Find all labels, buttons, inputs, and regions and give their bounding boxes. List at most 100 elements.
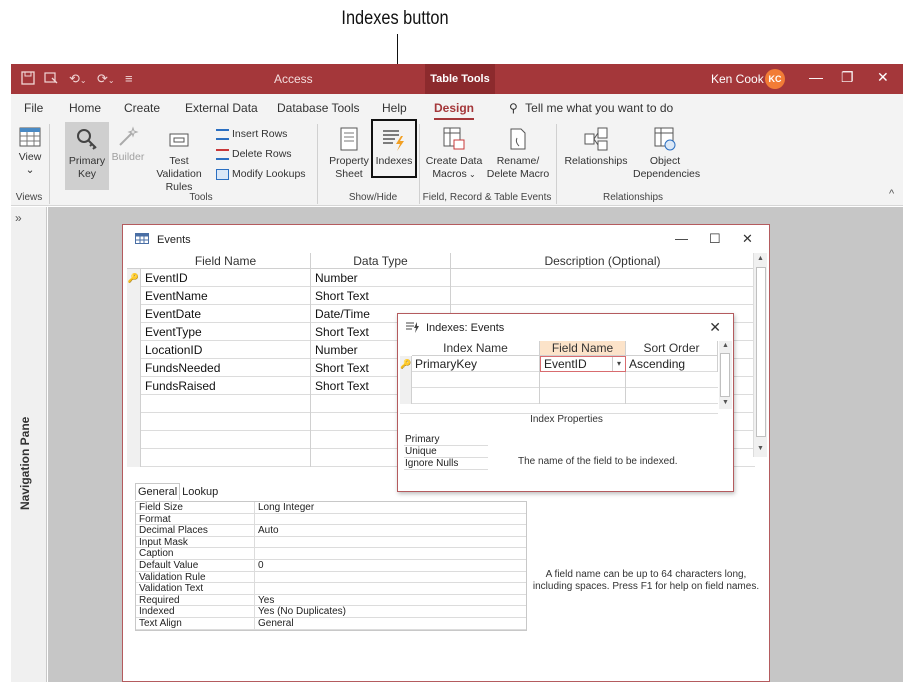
field-name-cell[interactable] [141, 431, 311, 449]
primary-key-button[interactable]: Primary Key [65, 122, 109, 190]
sort-order-cell[interactable]: Ascending [626, 356, 718, 372]
property-value[interactable] [254, 548, 258, 560]
index-name-cell[interactable]: PrimaryKey [412, 356, 540, 372]
scroll-down-icon[interactable]: ▼ [757, 445, 764, 452]
row-selector[interactable] [400, 388, 412, 404]
touch-mode-icon[interactable] [44, 71, 58, 88]
create-data-macros-button[interactable]: Create Data Macros ⌄ [423, 126, 485, 181]
tab-file[interactable]: File [24, 101, 43, 115]
property-row[interactable]: Text Align General [136, 617, 526, 630]
property-row[interactable]: Validation Rule [136, 571, 526, 584]
chevron-down-icon[interactable]: ▾ [612, 357, 625, 371]
row-selector[interactable] [127, 359, 141, 377]
property-sheet-button[interactable]: Property Sheet [327, 126, 371, 181]
indexes-scrollbar[interactable]: ▲ ▼ [719, 341, 732, 409]
property-value[interactable] [254, 583, 258, 595]
field-name-dropdown[interactable]: EventID ▾ [540, 356, 626, 372]
property-row[interactable]: Format [136, 513, 526, 526]
avatar[interactable]: KC [765, 69, 785, 89]
property-row[interactable]: Field Size Long Integer [136, 502, 526, 514]
property-value[interactable] [254, 536, 258, 548]
field-name-cell[interactable]: FundsRaised [141, 377, 311, 395]
table-row[interactable] [400, 404, 718, 414]
table-row[interactable]: 🔑 EventID Number [127, 269, 755, 287]
restore-icon[interactable]: ❐ [841, 69, 854, 86]
table-row[interactable] [400, 388, 718, 404]
property-value[interactable]: Yes (No Duplicates) [254, 606, 346, 618]
row-selector[interactable] [127, 449, 141, 467]
minimize-icon[interactable]: — [675, 231, 688, 246]
property-row[interactable]: Caption [136, 548, 526, 560]
field-name-cell[interactable]: FundsNeeded [141, 359, 311, 377]
rename-delete-macro-button[interactable]: Rename/ Delete Macro [485, 126, 551, 181]
test-validation-rules-button[interactable]: Test Validation Rules [147, 130, 211, 194]
modify-lookups-button[interactable]: Modify Lookups [216, 166, 306, 182]
tab-home[interactable]: Home [69, 101, 101, 115]
tab-general[interactable]: General [135, 483, 181, 500]
object-dependencies-button[interactable]: Object Dependencies [633, 126, 700, 181]
navigation-pane-label[interactable]: Navigation Pane [18, 417, 32, 510]
column-header-index-name[interactable]: Index Name [412, 341, 540, 356]
row-selector[interactable] [127, 395, 141, 413]
tell-me-box[interactable]: ⚲ Tell me what you want to do [509, 101, 673, 115]
view-button[interactable]: View ⌄ [15, 126, 45, 177]
field-name-cell[interactable]: LocationID [141, 341, 311, 359]
save-icon[interactable] [21, 71, 35, 88]
tab-help[interactable]: Help [382, 101, 407, 115]
tab-database-tools[interactable]: Database Tools [277, 101, 360, 115]
scroll-down-icon[interactable]: ▼ [722, 399, 729, 406]
index-name-cell[interactable] [412, 388, 540, 404]
column-header-data-type[interactable]: Data Type [311, 253, 451, 269]
property-value[interactable]: Yes [254, 594, 274, 606]
table-row[interactable]: EventName Short Text [127, 287, 755, 305]
property-value[interactable] [254, 513, 258, 525]
index-property-unique[interactable]: Unique [404, 446, 488, 458]
customize-qat-icon[interactable]: ≡ [125, 71, 133, 86]
field-name-cell[interactable]: EventDate [141, 305, 311, 323]
table-row[interactable] [400, 372, 718, 388]
column-header-sort-order[interactable]: Sort Order [626, 341, 718, 356]
table-row[interactable]: 🔑 PrimaryKey EventID ▾ Ascending [400, 356, 718, 372]
property-value[interactable] [254, 571, 258, 583]
field-grid-scrollbar[interactable]: ▲ ▼ [753, 253, 767, 457]
collapse-ribbon-icon[interactable]: ^ [889, 188, 894, 200]
row-selector[interactable] [127, 341, 141, 359]
builder-button[interactable]: Builder [111, 126, 145, 164]
field-name-cell[interactable]: EventID [141, 269, 311, 287]
data-type-cell[interactable]: Short Text [311, 287, 451, 305]
index-name-cell[interactable] [412, 372, 540, 388]
property-value[interactable]: General [254, 617, 294, 629]
property-row[interactable]: Required Yes [136, 594, 526, 607]
data-type-cell[interactable]: Number [311, 269, 451, 287]
close-icon[interactable]: ✕ [709, 319, 721, 336]
scrollbar-thumb[interactable] [756, 267, 766, 437]
row-selector[interactable] [127, 431, 141, 449]
user-name[interactable]: Ken Cook [711, 72, 764, 86]
row-selector[interactable] [127, 377, 141, 395]
close-icon[interactable]: ✕ [877, 69, 889, 86]
close-icon[interactable]: ✕ [742, 231, 753, 247]
field-name-cell[interactable] [141, 413, 311, 431]
scrollbar-thumb[interactable] [720, 353, 730, 397]
tab-external-data[interactable]: External Data [185, 101, 258, 115]
maximize-icon[interactable]: ☐ [709, 231, 721, 247]
property-value[interactable]: 0 [254, 559, 264, 571]
column-header-field-name[interactable]: Field Name [540, 341, 626, 356]
field-name-cell[interactable] [540, 388, 626, 404]
property-value[interactable]: Auto [254, 525, 279, 537]
column-header-description[interactable]: Description (Optional) [451, 253, 755, 269]
index-property-primary[interactable]: Primary [404, 434, 488, 446]
row-selector[interactable] [400, 372, 412, 388]
expand-nav-icon[interactable]: » [15, 211, 22, 225]
property-row[interactable]: Indexed Yes (No Duplicates) [136, 606, 526, 618]
property-row[interactable]: Decimal Places Auto [136, 525, 526, 537]
field-name-cell[interactable] [141, 449, 311, 467]
row-selector[interactable] [127, 323, 141, 341]
field-name-cell[interactable]: EventName [141, 287, 311, 305]
scroll-up-icon[interactable]: ▲ [722, 342, 729, 349]
tab-design[interactable]: Design [434, 101, 475, 120]
redo-icon[interactable]: ⟳⌄ [97, 71, 115, 87]
insert-rows-button[interactable]: Insert Rows [216, 126, 287, 142]
row-selector[interactable] [127, 305, 141, 323]
row-selector[interactable] [127, 413, 141, 431]
